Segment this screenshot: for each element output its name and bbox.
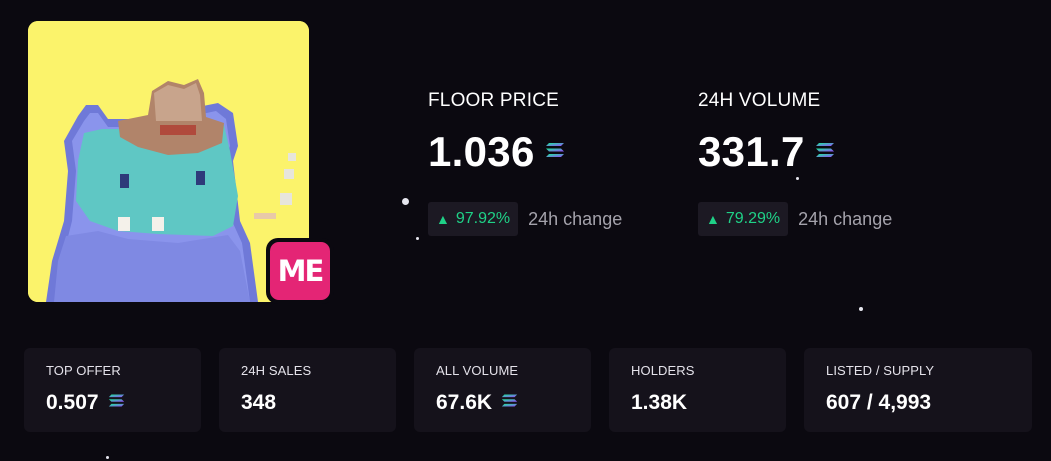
holders-label: HOLDERS: [631, 363, 695, 378]
star-decoration: [796, 177, 799, 180]
star-decoration: [859, 307, 863, 311]
solana-icon: [501, 392, 518, 414]
volume-24h-label: 24H VOLUME: [698, 90, 821, 111]
holders-value-row: 1.38K: [631, 391, 687, 415]
listed-supply-label: LISTED / SUPPLY: [826, 363, 935, 378]
sales-24h-value-row: 348: [241, 391, 276, 415]
volume-24h-change-caption: 24h change: [798, 208, 893, 229]
floor-price-change-caption: 24h change: [528, 208, 623, 229]
floor-price-label: FLOOR PRICE: [428, 90, 559, 111]
star-decoration: [106, 456, 109, 459]
listed-supply-value-row: 607 / 4,993: [826, 391, 931, 415]
top-offer-card: TOP OFFER 0.507: [24, 348, 201, 432]
all-volume-label: ALL VOLUME: [436, 363, 519, 378]
floor-price-value-row: 1.036: [428, 128, 565, 176]
solana-icon: [545, 140, 565, 165]
triangle-up-icon: ▲: [436, 211, 450, 227]
star-decoration: [402, 198, 409, 205]
sales-24h-card: 24H SALES 348: [219, 348, 396, 432]
solana-icon: [108, 392, 125, 414]
magic-eden-badge: ME: [266, 238, 334, 304]
top-offer-value: 0.507: [46, 391, 99, 414]
top-offer-value-row: 0.507: [46, 391, 125, 415]
floor-price-change-row: ▲ 97.92% 24h change: [428, 202, 622, 236]
volume-24h-change-badge: ▲ 79.29%: [698, 202, 789, 236]
all-volume-value-row: 67.6K: [436, 391, 518, 415]
floor-price-change-badge: ▲ 97.92%: [428, 202, 519, 236]
top-offer-label: TOP OFFER: [46, 363, 121, 378]
sales-24h-label: 24H SALES: [241, 363, 312, 378]
all-volume-card: ALL VOLUME 67.6K: [414, 348, 591, 432]
listed-supply-value: 607 / 4,993: [826, 391, 932, 414]
volume-24h-change-value: 79.29%: [725, 210, 781, 227]
floor-price-change-value: 97.92%: [455, 210, 511, 227]
badge-text: ME: [277, 254, 325, 288]
volume-24h-value-row: 331.7: [698, 128, 835, 176]
volume-24h-change-row: ▲ 79.29% 24h change: [698, 202, 892, 236]
magic-eden-logo-icon: ME: [270, 242, 330, 300]
volume-24h-value: 331.7: [698, 128, 805, 175]
sales-24h-value: 348: [241, 391, 277, 414]
holders-value: 1.38K: [631, 391, 688, 414]
triangle-up-icon: ▲: [706, 211, 720, 227]
solana-icon: [815, 140, 835, 165]
star-decoration: [416, 237, 419, 240]
floor-price-value: 1.036: [428, 128, 535, 175]
all-volume-value: 67.6K: [436, 391, 493, 414]
holders-card: HOLDERS 1.38K: [609, 348, 786, 432]
listed-supply-card: LISTED / SUPPLY 607 / 4,993: [804, 348, 1032, 432]
